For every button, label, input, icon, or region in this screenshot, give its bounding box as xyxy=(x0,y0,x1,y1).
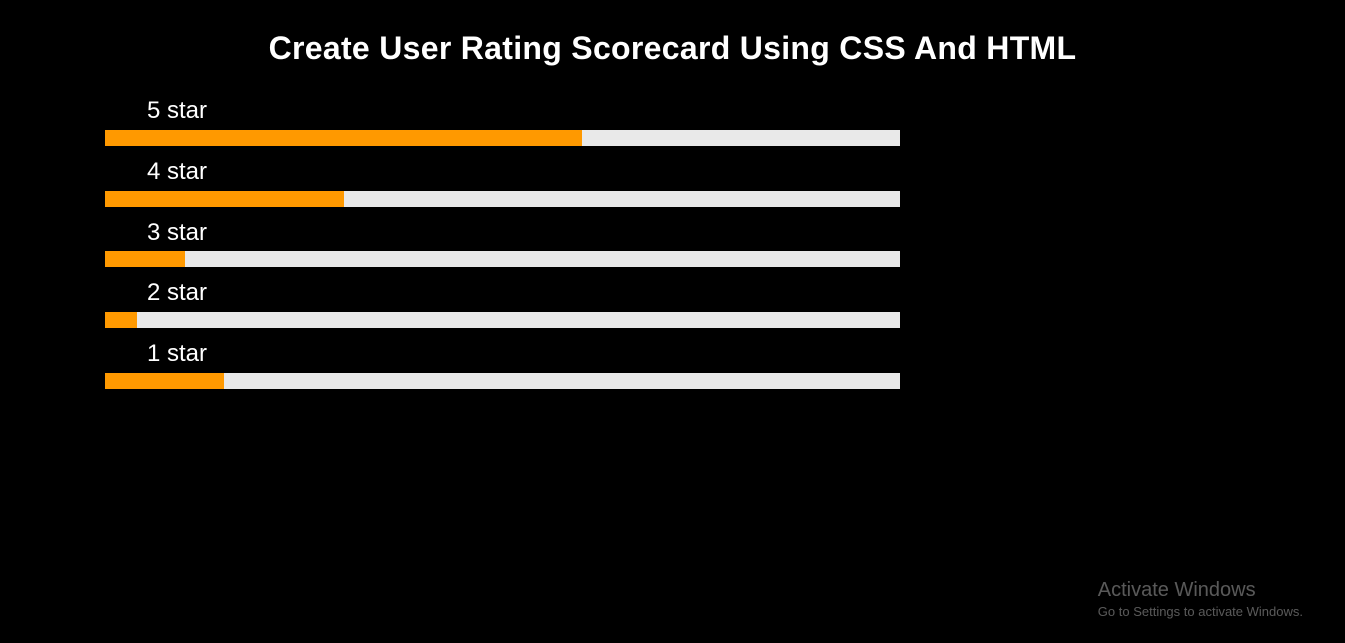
rating-row: 2 star xyxy=(105,279,900,328)
rating-chart: 5 star 4 star 3 star 2 star 1 star xyxy=(105,97,900,389)
rating-label-1: 1 star xyxy=(105,340,900,369)
bar-fill-4 xyxy=(105,191,344,207)
bar-track xyxy=(105,130,900,146)
watermark-title: Activate Windows xyxy=(1098,579,1303,602)
bar-track xyxy=(105,312,900,328)
rating-row: 5 star xyxy=(105,97,900,146)
rating-row: 4 star xyxy=(105,158,900,207)
rating-row: 3 star xyxy=(105,219,900,268)
bar-track xyxy=(105,251,900,267)
watermark-subtitle: Go to Settings to activate Windows. xyxy=(1098,604,1303,619)
windows-watermark: Activate Windows Go to Settings to activ… xyxy=(1098,579,1303,619)
rating-label-3: 3 star xyxy=(105,219,900,248)
rating-row: 1 star xyxy=(105,340,900,389)
page-title: Create User Rating Scorecard Using CSS A… xyxy=(0,0,1345,97)
rating-label-2: 2 star xyxy=(105,279,900,308)
bar-fill-3 xyxy=(105,251,185,267)
bar-fill-2 xyxy=(105,312,137,328)
bar-track xyxy=(105,191,900,207)
bar-track xyxy=(105,373,900,389)
bar-fill-1 xyxy=(105,373,224,389)
rating-label-5: 5 star xyxy=(105,97,900,126)
bar-fill-5 xyxy=(105,130,582,146)
rating-label-4: 4 star xyxy=(105,158,900,187)
